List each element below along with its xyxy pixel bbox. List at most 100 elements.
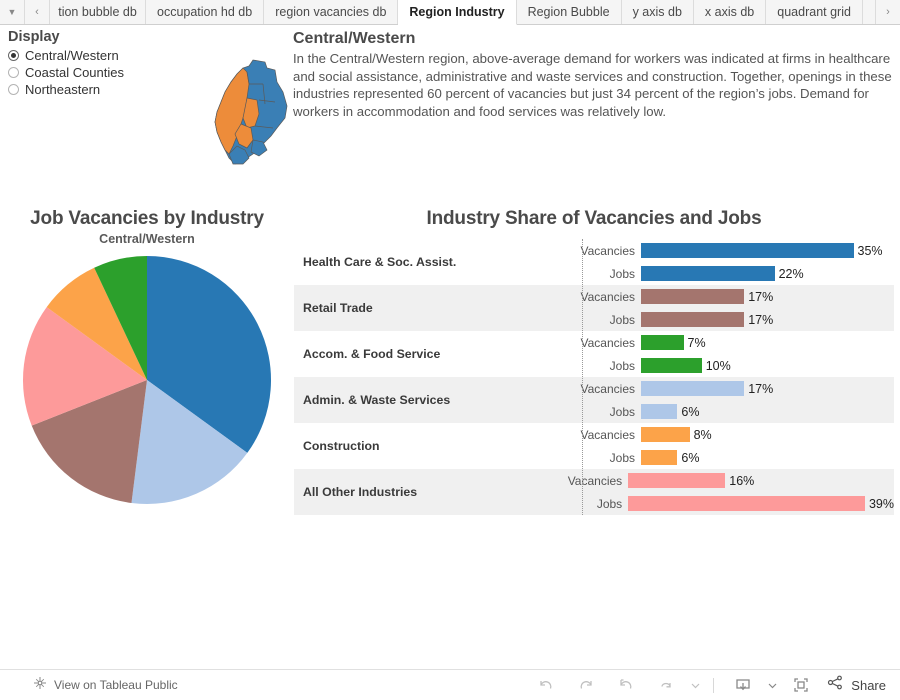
bar[interactable] <box>628 473 726 488</box>
tab-scroll-right-icon[interactable]: › <box>875 0 900 24</box>
radio-option-label: Coastal Counties <box>25 65 124 80</box>
industry-share-bars-panel: Industry Share of Vacancies and Jobs Hea… <box>294 208 894 515</box>
bar[interactable] <box>641 381 745 396</box>
bar-measure-label: Jobs <box>609 358 635 373</box>
redo-icon[interactable] <box>566 670 606 700</box>
bar-measure-label: Jobs <box>609 404 635 419</box>
tab-menu-caret-icon[interactable]: ▼ <box>0 0 25 24</box>
tab-region-bubble[interactable]: Region Bubble <box>516 0 622 24</box>
bar-group-label: Health Care & Soc. Assist. <box>303 255 457 269</box>
share-button[interactable]: Share <box>827 674 886 696</box>
bar[interactable] <box>641 427 690 442</box>
bar[interactable] <box>641 335 684 350</box>
bar-group: Retail Trade Vacancies 17% Jobs 17% <box>294 285 894 331</box>
radio-unselected-icon <box>8 84 19 95</box>
radio-option-label: Central/Western <box>25 48 119 63</box>
tab-occupation-hd-db[interactable]: occupation hd db <box>146 0 265 24</box>
download-caret-down-icon[interactable] <box>763 670 781 700</box>
bar-group: Admin. & Waste Services Vacancies 17% Jobs 6… <box>294 377 894 423</box>
pie-chart-area[interactable] <box>0 255 294 505</box>
bar[interactable] <box>641 266 775 281</box>
maine-map-svg <box>214 59 288 165</box>
bar-row: Vacancies 8% <box>578 423 894 446</box>
bar-value-label: 6% <box>681 450 700 465</box>
pie-chart-subtitle: Central/Western <box>99 232 195 246</box>
bar-group-rows: Vacancies 8% Jobs 6% <box>578 423 894 469</box>
radio-selected-icon <box>8 50 19 61</box>
bar-value-label: 16% <box>729 473 755 488</box>
bar-value-label: 17% <box>748 312 774 327</box>
bar-value-label: 10% <box>705 358 731 373</box>
bar-track: 22% <box>641 262 894 285</box>
tab-region-vacancies-db[interactable]: region vacancies db <box>264 0 399 24</box>
bar-group-rows: Vacancies 7% Jobs 10% <box>578 331 894 377</box>
radio-option-central-western[interactable]: Central/Western <box>8 47 228 64</box>
download-icon[interactable] <box>723 670 763 700</box>
bar-track: 35% <box>641 239 894 262</box>
bar-row: Jobs 10% <box>578 354 894 377</box>
tab-y-axis-db[interactable]: y axis db <box>621 0 694 24</box>
revert-icon[interactable] <box>606 670 646 700</box>
region-narrative: Central/Western In the Central/Western r… <box>293 30 893 120</box>
bar[interactable] <box>641 243 854 258</box>
bar[interactable] <box>641 289 745 304</box>
tab-scroll-left-icon[interactable]: ‹ <box>25 0 50 24</box>
bar-measure-label: Jobs <box>609 266 635 281</box>
share-label: Share <box>851 677 886 693</box>
bar-track: 17% <box>641 308 894 331</box>
job-vacancies-pie-panel: Job Vacancies by Industry Central/Wester… <box>0 208 294 505</box>
bar-track: 39% <box>628 492 894 515</box>
refresh-caret-down-icon[interactable] <box>686 670 704 700</box>
undo-icon[interactable] <box>526 670 566 700</box>
bar-group-rows: Vacancies 16% Jobs 39% <box>565 469 894 515</box>
pie-chart-svg[interactable] <box>22 255 272 505</box>
bar-row: Jobs 6% <box>578 446 894 469</box>
bar-value-label: 17% <box>748 289 774 304</box>
toolbar-separator <box>713 677 715 693</box>
tab-region-industry[interactable]: Region Industry <box>398 0 517 25</box>
bar-measure-label: Vacancies <box>580 289 635 304</box>
bar[interactable] <box>641 450 678 465</box>
bar-track: 8% <box>641 423 894 446</box>
bar-track: 16% <box>628 469 894 492</box>
radio-option-northeastern[interactable]: Northeastern <box>8 81 228 98</box>
view-on-tableau-public-link[interactable]: View on Tableau Public <box>0 676 178 695</box>
bar[interactable] <box>628 496 865 511</box>
bar-track: 6% <box>641 400 894 423</box>
maine-region-map <box>203 58 295 170</box>
bar-value-label: 39% <box>868 496 894 511</box>
tableau-dashboard: ▼ ‹ tion bubble db occupation hd db region… <box>0 0 900 700</box>
bar-group-rows: Vacancies 17% Jobs 6% <box>578 377 894 423</box>
refresh-icon[interactable] <box>646 670 686 700</box>
bar-track: 17% <box>641 377 894 400</box>
fullscreen-icon[interactable] <box>781 670 821 700</box>
bar-track: 10% <box>641 354 894 377</box>
bar[interactable] <box>641 404 678 419</box>
bar-row: Vacancies 16% <box>565 469 894 492</box>
bar-row: Jobs 6% <box>578 400 894 423</box>
tab-quadrant-grid[interactable]: quadrant grid <box>766 0 863 24</box>
bar-group-label: Retail Trade <box>303 301 373 315</box>
display-filter-panel: Display Central/Western Coastal Counties N… <box>8 29 228 98</box>
display-filter-title: Display <box>8 29 60 45</box>
bar-track: 7% <box>641 331 894 354</box>
bar-value-label: 6% <box>681 404 700 419</box>
display-radio-group[interactable]: Central/Western Coastal Counties Northeast… <box>8 47 228 98</box>
bar[interactable] <box>641 312 745 327</box>
bar-group-rows: Vacancies 17% Jobs 17% <box>578 285 894 331</box>
radio-option-coastal-counties[interactable]: Coastal Counties <box>8 64 228 81</box>
view-on-tableau-public-label: View on Tableau Public <box>54 678 178 692</box>
bar-row: Jobs 39% <box>565 492 894 515</box>
tab-x-axis-db[interactable]: x axis db <box>693 0 767 24</box>
bar-value-label: 7% <box>687 335 706 350</box>
bar-chart-area: Health Care & Soc. Assist. Vacancies 35% Jo… <box>294 239 894 515</box>
radio-option-label: Northeastern <box>25 82 101 97</box>
bar[interactable] <box>641 358 702 373</box>
bar-measure-label: Vacancies <box>580 381 635 396</box>
narrative-title: Central/Western <box>293 30 416 47</box>
bar-measure-label: Vacancies <box>580 335 635 350</box>
tab-tion-bubble-db[interactable]: tion bubble db <box>50 0 146 24</box>
bar-group: All Other Industries Vacancies 16% Jobs 39% <box>294 469 894 515</box>
bar-measure-label: Jobs <box>609 312 635 327</box>
bar-track: 17% <box>641 285 894 308</box>
